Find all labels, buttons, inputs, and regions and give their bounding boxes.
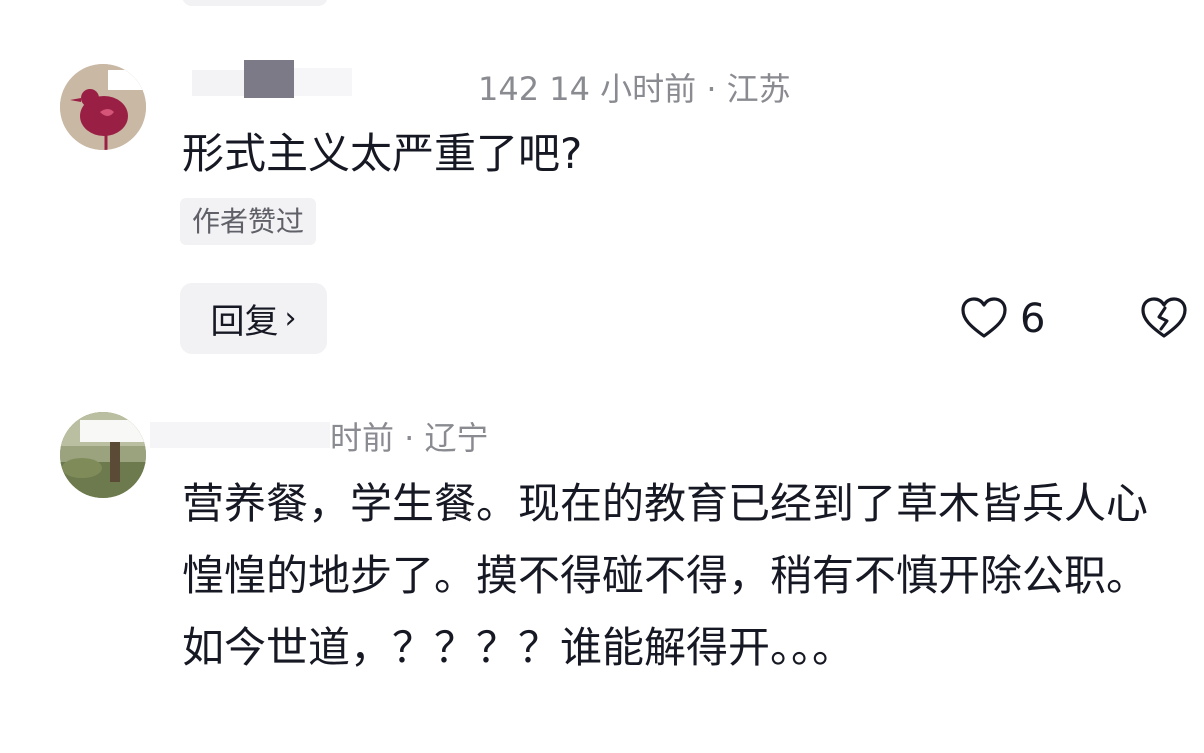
username-blurred[interactable]: [150, 408, 330, 452]
comment-list: 142 14 小时前 · 江苏 形式主义太严重了吧? 作者赞过 回复 › 6 时…: [0, 0, 1204, 753]
like-count: 6: [1020, 296, 1046, 342]
broken-heart-icon[interactable]: [1140, 296, 1188, 340]
comment-meta: 时前 · 辽宁: [330, 419, 489, 457]
avatar-bird-image: [60, 64, 146, 150]
previous-reply-button-partial[interactable]: [182, 0, 328, 6]
avatar[interactable]: [60, 412, 146, 498]
heart-outline-icon[interactable]: [960, 296, 1008, 340]
comment-text: 营养餐，学生餐。现在的教育已经到了草木皆兵人心惶惶的地步了。摸不得碰不得，稍有不…: [182, 479, 1149, 672]
author-liked-badge: 作者赞过: [180, 198, 317, 245]
reply-label: 回复: [210, 302, 279, 342]
avatar[interactable]: [60, 64, 146, 150]
chevron-right-icon: ›: [284, 301, 297, 336]
avatar-outdoor-photo: [60, 412, 146, 498]
comment-text: 形式主义太严重了吧?: [182, 129, 583, 178]
reply-button[interactable]: 回复 ›: [180, 283, 327, 354]
username-blurred[interactable]: [192, 58, 352, 102]
comment-meta: 142 14 小时前 · 江苏: [478, 70, 791, 108]
